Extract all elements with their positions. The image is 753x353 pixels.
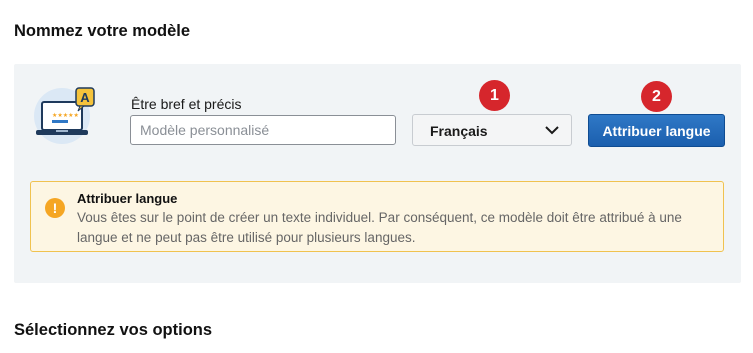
alert-message: Vous êtes sur le point de créer un texte… — [77, 210, 682, 245]
laptop-illustration-icon: ★★★★★ A — [34, 87, 95, 144]
svg-text:A: A — [80, 90, 90, 105]
step-badge-2: 2 — [641, 81, 672, 112]
name-model-panel: ★★★★★ A Être bref et précis Français Att… — [14, 64, 741, 283]
step-badge-1: 1 — [479, 80, 510, 111]
exclamation-icon: ! — [45, 198, 65, 218]
alert-title: Attribuer langue — [77, 191, 178, 206]
language-select-value: Français — [430, 123, 488, 139]
name-model-heading: Nommez votre modèle — [14, 22, 191, 40]
laptop-language-illustration: ★★★★★ A — [32, 84, 102, 150]
svg-text:★★★★★: ★★★★★ — [52, 112, 79, 119]
language-select[interactable]: Français — [412, 114, 572, 146]
model-name-input[interactable] — [130, 115, 396, 145]
select-options-heading: Sélectionnez vos options — [14, 321, 213, 339]
assign-language-alert: ! Attribuer langue Vous êtes sur le poin… — [30, 181, 724, 252]
assign-language-button[interactable]: Attribuer langue — [588, 114, 725, 147]
chevron-down-icon — [545, 126, 559, 135]
name-field-label: Être bref et précis — [131, 96, 242, 112]
